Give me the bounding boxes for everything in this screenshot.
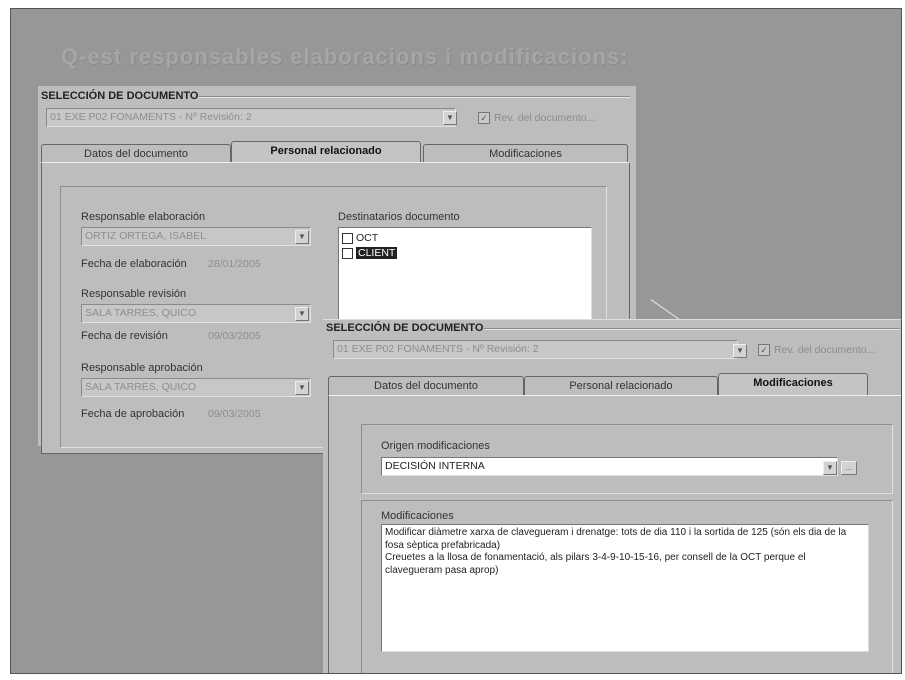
modificaciones-label: Modificaciones: [381, 510, 454, 522]
tab-modificaciones[interactable]: Modificaciones: [718, 373, 868, 395]
rev-documento-checkbox[interactable]: ✓ Rev. del documento...: [478, 112, 595, 124]
tab-datos-documento[interactable]: Datos del documento: [41, 144, 231, 163]
document-select[interactable]: 01 EXE P02 FONAMENTS - Nº Revisión: 2: [333, 340, 738, 359]
chevron-down-icon[interactable]: ▼: [443, 111, 457, 125]
chevron-down-icon[interactable]: ▼: [733, 344, 747, 358]
group-title: SELECCIÓN DE DOCUMENTO: [40, 90, 200, 102]
group-title: SELECCIÓN DE DOCUMENTO: [325, 322, 485, 334]
screenshot-frame: Q-est responsables elaboracions i modifi…: [10, 8, 902, 674]
chevron-down-icon[interactable]: ▼: [295, 381, 309, 395]
responsable-revision-label: Responsable revisión: [81, 288, 187, 300]
list-item[interactable]: OCT: [342, 232, 378, 244]
fecha-elaboracion-value: 28/01/2005: [208, 258, 261, 270]
list-item-label: CLIENT: [356, 247, 398, 259]
origen-label: Origen modificaciones: [381, 440, 490, 452]
more-button[interactable]: ...: [841, 461, 857, 475]
checkbox-icon[interactable]: [342, 247, 353, 259]
fecha-revision-label: Fecha de revisión: [81, 330, 168, 342]
modificaciones-textarea[interactable]: Modificar diàmetre xarxa de clavegueram …: [381, 524, 869, 652]
page-title: Q-est responsables elaboracions i modifi…: [61, 44, 629, 69]
responsable-aprobacion-select[interactable]: SALA TARRES, QUICO: [81, 378, 311, 397]
checkmark-icon: ✓: [758, 344, 770, 356]
tab-personal-relacionado[interactable]: Personal relacionado: [524, 376, 718, 395]
document-select[interactable]: 01 EXE P02 FONAMENTS - Nº Revisión: 2: [46, 108, 456, 127]
rev-checkbox-label: Rev. del documento...: [774, 344, 876, 356]
list-item[interactable]: CLIENT: [342, 247, 398, 259]
responsable-aprobacion-label: Responsable aprobación: [81, 362, 203, 374]
destinatarios-list[interactable]: OCT CLIENT: [338, 227, 592, 329]
rev-documento-checkbox[interactable]: ✓ Rev. del documento...: [758, 344, 875, 356]
rev-checkbox-label: Rev. del documento...: [494, 112, 596, 124]
chevron-down-icon[interactable]: ▼: [295, 307, 309, 321]
fecha-elaboracion-label: Fecha de elaboración: [81, 258, 187, 270]
tab-personal-relacionado[interactable]: Personal relacionado: [231, 141, 421, 163]
tab-modificaciones[interactable]: Modificaciones: [423, 144, 628, 163]
checkbox-icon[interactable]: [342, 232, 353, 244]
fecha-revision-value: 09/03/2005: [208, 330, 261, 342]
destinatarios-label: Destinatarios documento: [338, 211, 460, 223]
fecha-aprobacion-label: Fecha de aprobación: [81, 408, 185, 420]
tab-datos-documento[interactable]: Datos del documento: [328, 376, 524, 395]
fecha-aprobacion-value: 09/03/2005: [208, 408, 261, 420]
responsable-revision-select[interactable]: SALA TARRES, QUICO: [81, 304, 311, 323]
responsable-elaboracion-select[interactable]: ORTIZ ORTEGA, ISABEL: [81, 227, 311, 246]
responsable-elaboracion-label: Responsable elaboración: [81, 211, 206, 223]
chevron-down-icon[interactable]: ▼: [823, 461, 837, 475]
list-item-label: OCT: [356, 232, 379, 244]
chevron-down-icon[interactable]: ▼: [295, 230, 309, 244]
modificaciones-window: SELECCIÓN DE DOCUMENTO 01 EXE P02 FONAME…: [323, 319, 901, 673]
checkmark-icon: ✓: [478, 112, 490, 124]
origen-select[interactable]: DECISIÓN INTERNA: [381, 457, 838, 476]
